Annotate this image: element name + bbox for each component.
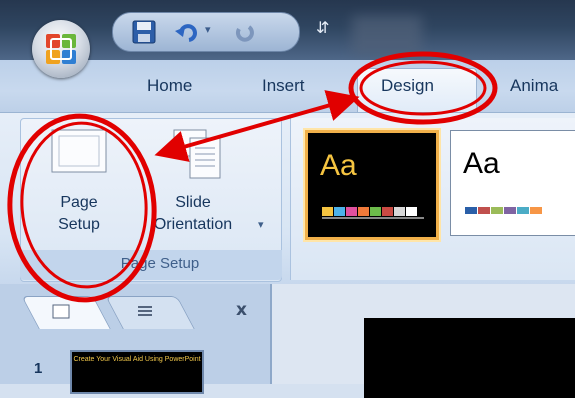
- color-swatch: [517, 207, 529, 214]
- color-swatch: [491, 207, 503, 214]
- slide-canvas[interactable]: [364, 318, 575, 398]
- page-setup-button[interactable]: Page Setup: [40, 124, 118, 246]
- theme-1-label: Aa: [320, 149, 357, 182]
- theme-thumbnail-2[interactable]: Aa: [450, 130, 575, 236]
- color-swatch: [382, 207, 393, 216]
- slide-orientation-button[interactable]: Slide Orientation ▾: [128, 124, 276, 246]
- color-swatch: [394, 207, 405, 216]
- group-title: Page Setup: [120, 255, 200, 272]
- color-swatch: [465, 207, 477, 214]
- color-swatch: [346, 207, 357, 216]
- color-swatch: [358, 207, 369, 216]
- slide-number: 1: [34, 360, 43, 377]
- theme-thumbnail-1[interactable]: Aa: [305, 130, 439, 240]
- title-text-blurred: [352, 16, 422, 56]
- tab-home[interactable]: Home: [147, 76, 192, 96]
- color-swatch: [530, 207, 542, 214]
- slide-orientation-label-line2: Orientation: [153, 216, 233, 233]
- close-panel-icon[interactable]: x: [236, 300, 247, 320]
- save-icon[interactable]: [131, 19, 157, 45]
- office-button[interactable]: [32, 20, 90, 78]
- panel-tabs: [21, 296, 270, 330]
- color-swatch: [334, 207, 345, 216]
- color-swatch: [370, 207, 381, 216]
- thumbnail-title: Create Your Visual Aid Using PowerPoint: [73, 356, 201, 363]
- slide-orientation-label-line1: Slide: [175, 194, 211, 211]
- slides-tab-icon: [52, 304, 70, 319]
- color-swatch: [478, 207, 490, 214]
- office-logo-icon: [46, 34, 76, 64]
- outline-tab-icon: [138, 306, 152, 316]
- color-swatch: [504, 207, 516, 214]
- page-setup-label-line1: Page: [60, 194, 98, 211]
- tab-insert[interactable]: Insert: [262, 76, 305, 96]
- page-setup-label-line2: Setup: [58, 216, 100, 233]
- theme-2-label: Aa: [463, 147, 500, 180]
- customize-toolbar-icon[interactable]: ⇵: [316, 18, 329, 37]
- redo-icon[interactable]: [231, 19, 257, 45]
- tab-animations[interactable]: Anima: [510, 76, 558, 96]
- tab-design[interactable]: Design: [381, 76, 434, 96]
- page-setup-icon: [51, 129, 107, 173]
- chevron-down-icon: ▾: [258, 218, 264, 231]
- theme-1-underline: [322, 217, 424, 219]
- slide-thumbnail-1[interactable]: Create Your Visual Aid Using PowerPoint: [70, 350, 204, 394]
- quick-access-toolbar: ▾: [112, 12, 300, 52]
- undo-icon[interactable]: [173, 19, 199, 45]
- color-swatch: [322, 207, 333, 216]
- undo-dropdown-icon[interactable]: ▾: [205, 23, 211, 36]
- slide-orientation-icon: [173, 129, 221, 179]
- color-swatch: [406, 207, 417, 216]
